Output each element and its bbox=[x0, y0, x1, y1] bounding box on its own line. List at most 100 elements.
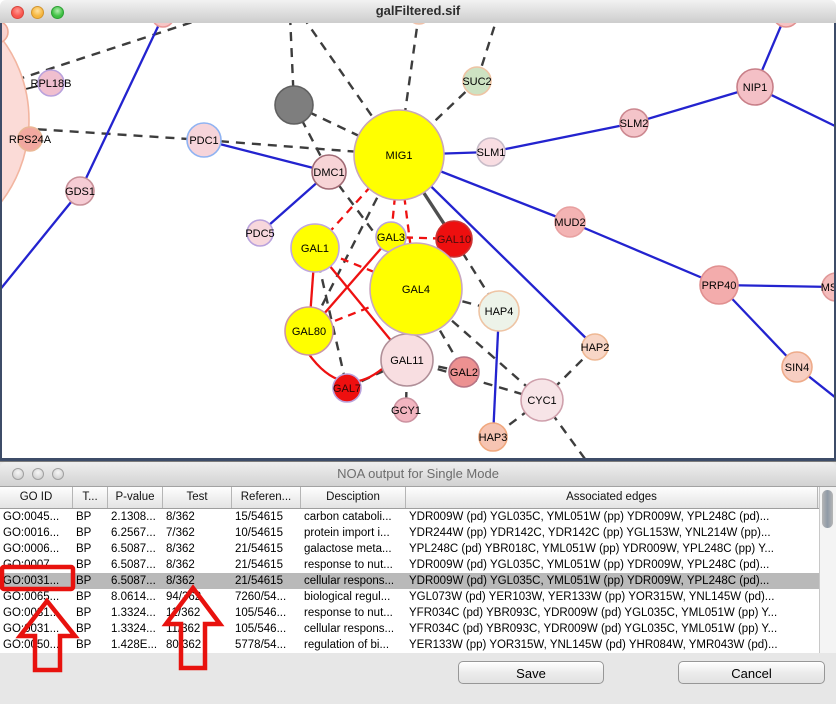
node-label-MIG1: MIG1 bbox=[386, 150, 413, 162]
cell-type: BP bbox=[73, 557, 108, 573]
node-label-GAL7: GAL7 bbox=[333, 383, 361, 395]
table-row[interactable]: GO:0045...BP2.1308...8/36215/54615carbon… bbox=[0, 509, 836, 525]
table-header-row: GO IDT...P-valueTestReferen...Desciption… bbox=[0, 487, 836, 509]
table-row[interactable]: GO:0031...BP1.3324...11/362105/546...cel… bbox=[0, 621, 836, 637]
node-label-HAP4: HAP4 bbox=[485, 306, 514, 318]
network-window-title: galFiltered.sif bbox=[0, 3, 836, 18]
cell-edges: YDR009W (pd) YGL035C, YML051W (pp) YDR00… bbox=[406, 509, 818, 525]
node-topgreen[interactable] bbox=[408, 23, 430, 24]
table-scrollbar[interactable] bbox=[819, 487, 836, 653]
cell-type: BP bbox=[73, 541, 108, 557]
table-row[interactable]: GO:0065...BP8.0614...94/3627260/54...bio… bbox=[0, 589, 836, 605]
node-cornerpink[interactable] bbox=[2, 23, 8, 43]
cell-go_id: GO:0007... bbox=[0, 557, 73, 573]
node-label-CYC1: CYC1 bbox=[527, 395, 556, 407]
network-graph: RPL18BRPS24AGDS1PDC1DMC1MIG1SUC2SLM1SLM2… bbox=[2, 23, 834, 458]
node-label-GAL10: GAL10 bbox=[437, 234, 471, 246]
network-titlebar[interactable]: galFiltered.sif bbox=[0, 0, 836, 24]
node-label-SLM2: SLM2 bbox=[620, 118, 649, 130]
cell-go_id: GO:0016... bbox=[0, 525, 73, 541]
cell-go_id: GO:0006... bbox=[0, 541, 73, 557]
node-label-RPS24A: RPS24A bbox=[9, 134, 52, 146]
edge-SLM2-NIP1[interactable] bbox=[634, 87, 755, 123]
column-header-t-[interactable]: T... bbox=[73, 487, 108, 508]
cell-edges: YDR009W (pd) YGL035C, YML051W (pp) YDR00… bbox=[406, 573, 818, 589]
table-body: GO:0045...BP2.1308...8/36215/54615carbon… bbox=[0, 509, 836, 653]
cell-p_value: 6.5087... bbox=[108, 573, 163, 589]
cell-p_value: 6.2567... bbox=[108, 525, 163, 541]
network-window: galFiltered.sif RPL18BRPS24AGDS1PDC1DMC1… bbox=[0, 0, 836, 461]
edge-MUD2-PRP40[interactable] bbox=[570, 222, 719, 285]
cell-edges: YFR034C (pd) YBR093C, YDR009W (pd) YGL03… bbox=[406, 605, 818, 621]
cell-description: response to nut... bbox=[301, 605, 406, 621]
node-toppink[interactable] bbox=[152, 23, 174, 27]
node-label-GAL80: GAL80 bbox=[292, 326, 326, 338]
cell-test: 11/362 bbox=[163, 605, 232, 621]
edge-bigleft-off[interactable] bbox=[2, 23, 220, 120]
noa-titlebar[interactable]: NOA output for Single Mode bbox=[0, 462, 836, 487]
cell-p_value: 1.428E... bbox=[108, 637, 163, 653]
cell-description: protein import i... bbox=[301, 525, 406, 541]
cell-reference: 21/54615 bbox=[232, 541, 301, 557]
node-gray[interactable] bbox=[275, 86, 313, 124]
edge-GDS1-off[interactable] bbox=[2, 191, 80, 318]
cell-p_value: 1.3324... bbox=[108, 605, 163, 621]
cell-go_id: GO:0045... bbox=[0, 509, 73, 525]
column-header-test[interactable]: Test bbox=[163, 487, 232, 508]
cell-go_id: GO:0065... bbox=[0, 589, 73, 605]
edge-toppink-GDS1[interactable] bbox=[80, 23, 163, 191]
cell-p_value: 6.5087... bbox=[108, 541, 163, 557]
cell-reference: 105/546... bbox=[232, 605, 301, 621]
node-label-GCY1: GCY1 bbox=[391, 405, 421, 417]
cell-type: BP bbox=[73, 605, 108, 621]
save-button[interactable]: Save bbox=[458, 661, 604, 684]
cell-edges: YER133W (pp) YOR315W, YNL145W (pd) YHR08… bbox=[406, 637, 818, 653]
node-label-PDC1: PDC1 bbox=[189, 135, 218, 147]
cell-test: 7/362 bbox=[163, 525, 232, 541]
node-label-GDS1: GDS1 bbox=[65, 186, 95, 198]
cancel-button[interactable]: Cancel bbox=[678, 661, 825, 684]
cell-reference: 7260/54... bbox=[232, 589, 301, 605]
cell-description: regulation of bi... bbox=[301, 637, 406, 653]
column-header-associated-edges[interactable]: Associated edges bbox=[406, 487, 818, 508]
cell-test: 80/362 bbox=[163, 637, 232, 653]
cell-type: BP bbox=[73, 573, 108, 589]
table-row-selected[interactable]: GO:0031...BP6.5087...8/36221/54615cellul… bbox=[0, 573, 836, 589]
cell-edges: YGL073W (pd) YER103W, YER133W (pp) YOR31… bbox=[406, 589, 818, 605]
screen: galFiltered.sif RPL18BRPS24AGDS1PDC1DMC1… bbox=[0, 0, 836, 704]
cell-reference: 5778/54... bbox=[232, 637, 301, 653]
table-row[interactable]: GO:0007...BP6.5087...8/36221/54615respon… bbox=[0, 557, 836, 573]
node-label-HAP2: HAP2 bbox=[581, 342, 610, 354]
cell-p_value: 1.3324... bbox=[108, 621, 163, 637]
cell-test: 11/362 bbox=[163, 621, 232, 637]
cell-reference: 105/546... bbox=[232, 621, 301, 637]
cell-go_id: GO:0050... bbox=[0, 637, 73, 653]
column-header-p-value[interactable]: P-value bbox=[108, 487, 163, 508]
scrollbar-thumb[interactable] bbox=[822, 490, 833, 528]
node-label-GAL3: GAL3 bbox=[377, 232, 405, 244]
cell-edges: YFR034C (pd) YBR093C, YDR009W (pd) YGL03… bbox=[406, 621, 818, 637]
cell-reference: 21/54615 bbox=[232, 573, 301, 589]
node-label-RPL18B: RPL18B bbox=[31, 78, 72, 90]
column-header-go-id[interactable]: GO ID bbox=[0, 487, 73, 508]
node-label-SUC2: SUC2 bbox=[462, 76, 491, 88]
cell-test: 8/362 bbox=[163, 557, 232, 573]
cell-reference: 15/54615 bbox=[232, 509, 301, 525]
node-label-MS: MS bbox=[821, 282, 834, 294]
edge-SLM1-SLM2[interactable] bbox=[491, 123, 634, 152]
node-label-GAL2: GAL2 bbox=[450, 367, 478, 379]
edge-PDC1-DMC1[interactable] bbox=[204, 140, 329, 172]
node-trpink[interactable] bbox=[773, 23, 799, 27]
cell-p_value: 2.1308... bbox=[108, 509, 163, 525]
table-row[interactable]: GO:0050...BP1.428E...80/3625778/54...reg… bbox=[0, 637, 836, 653]
column-header-desciption[interactable]: Desciption bbox=[301, 487, 406, 508]
cell-p_value: 6.5087... bbox=[108, 557, 163, 573]
cell-description: biological regul... bbox=[301, 589, 406, 605]
column-header-referen-[interactable]: Referen... bbox=[232, 487, 301, 508]
network-canvas[interactable]: RPL18BRPS24AGDS1PDC1DMC1MIG1SUC2SLM1SLM2… bbox=[0, 23, 836, 461]
node-label-PDC5: PDC5 bbox=[245, 228, 274, 240]
table-row[interactable]: GO:0031...BP1.3324...11/362105/546...res… bbox=[0, 605, 836, 621]
table-row[interactable]: GO:0006...BP6.5087...8/36221/54615galact… bbox=[0, 541, 836, 557]
node-label-NIP1: NIP1 bbox=[743, 82, 767, 94]
table-row[interactable]: GO:0016...BP6.2567...7/36210/54615protei… bbox=[0, 525, 836, 541]
